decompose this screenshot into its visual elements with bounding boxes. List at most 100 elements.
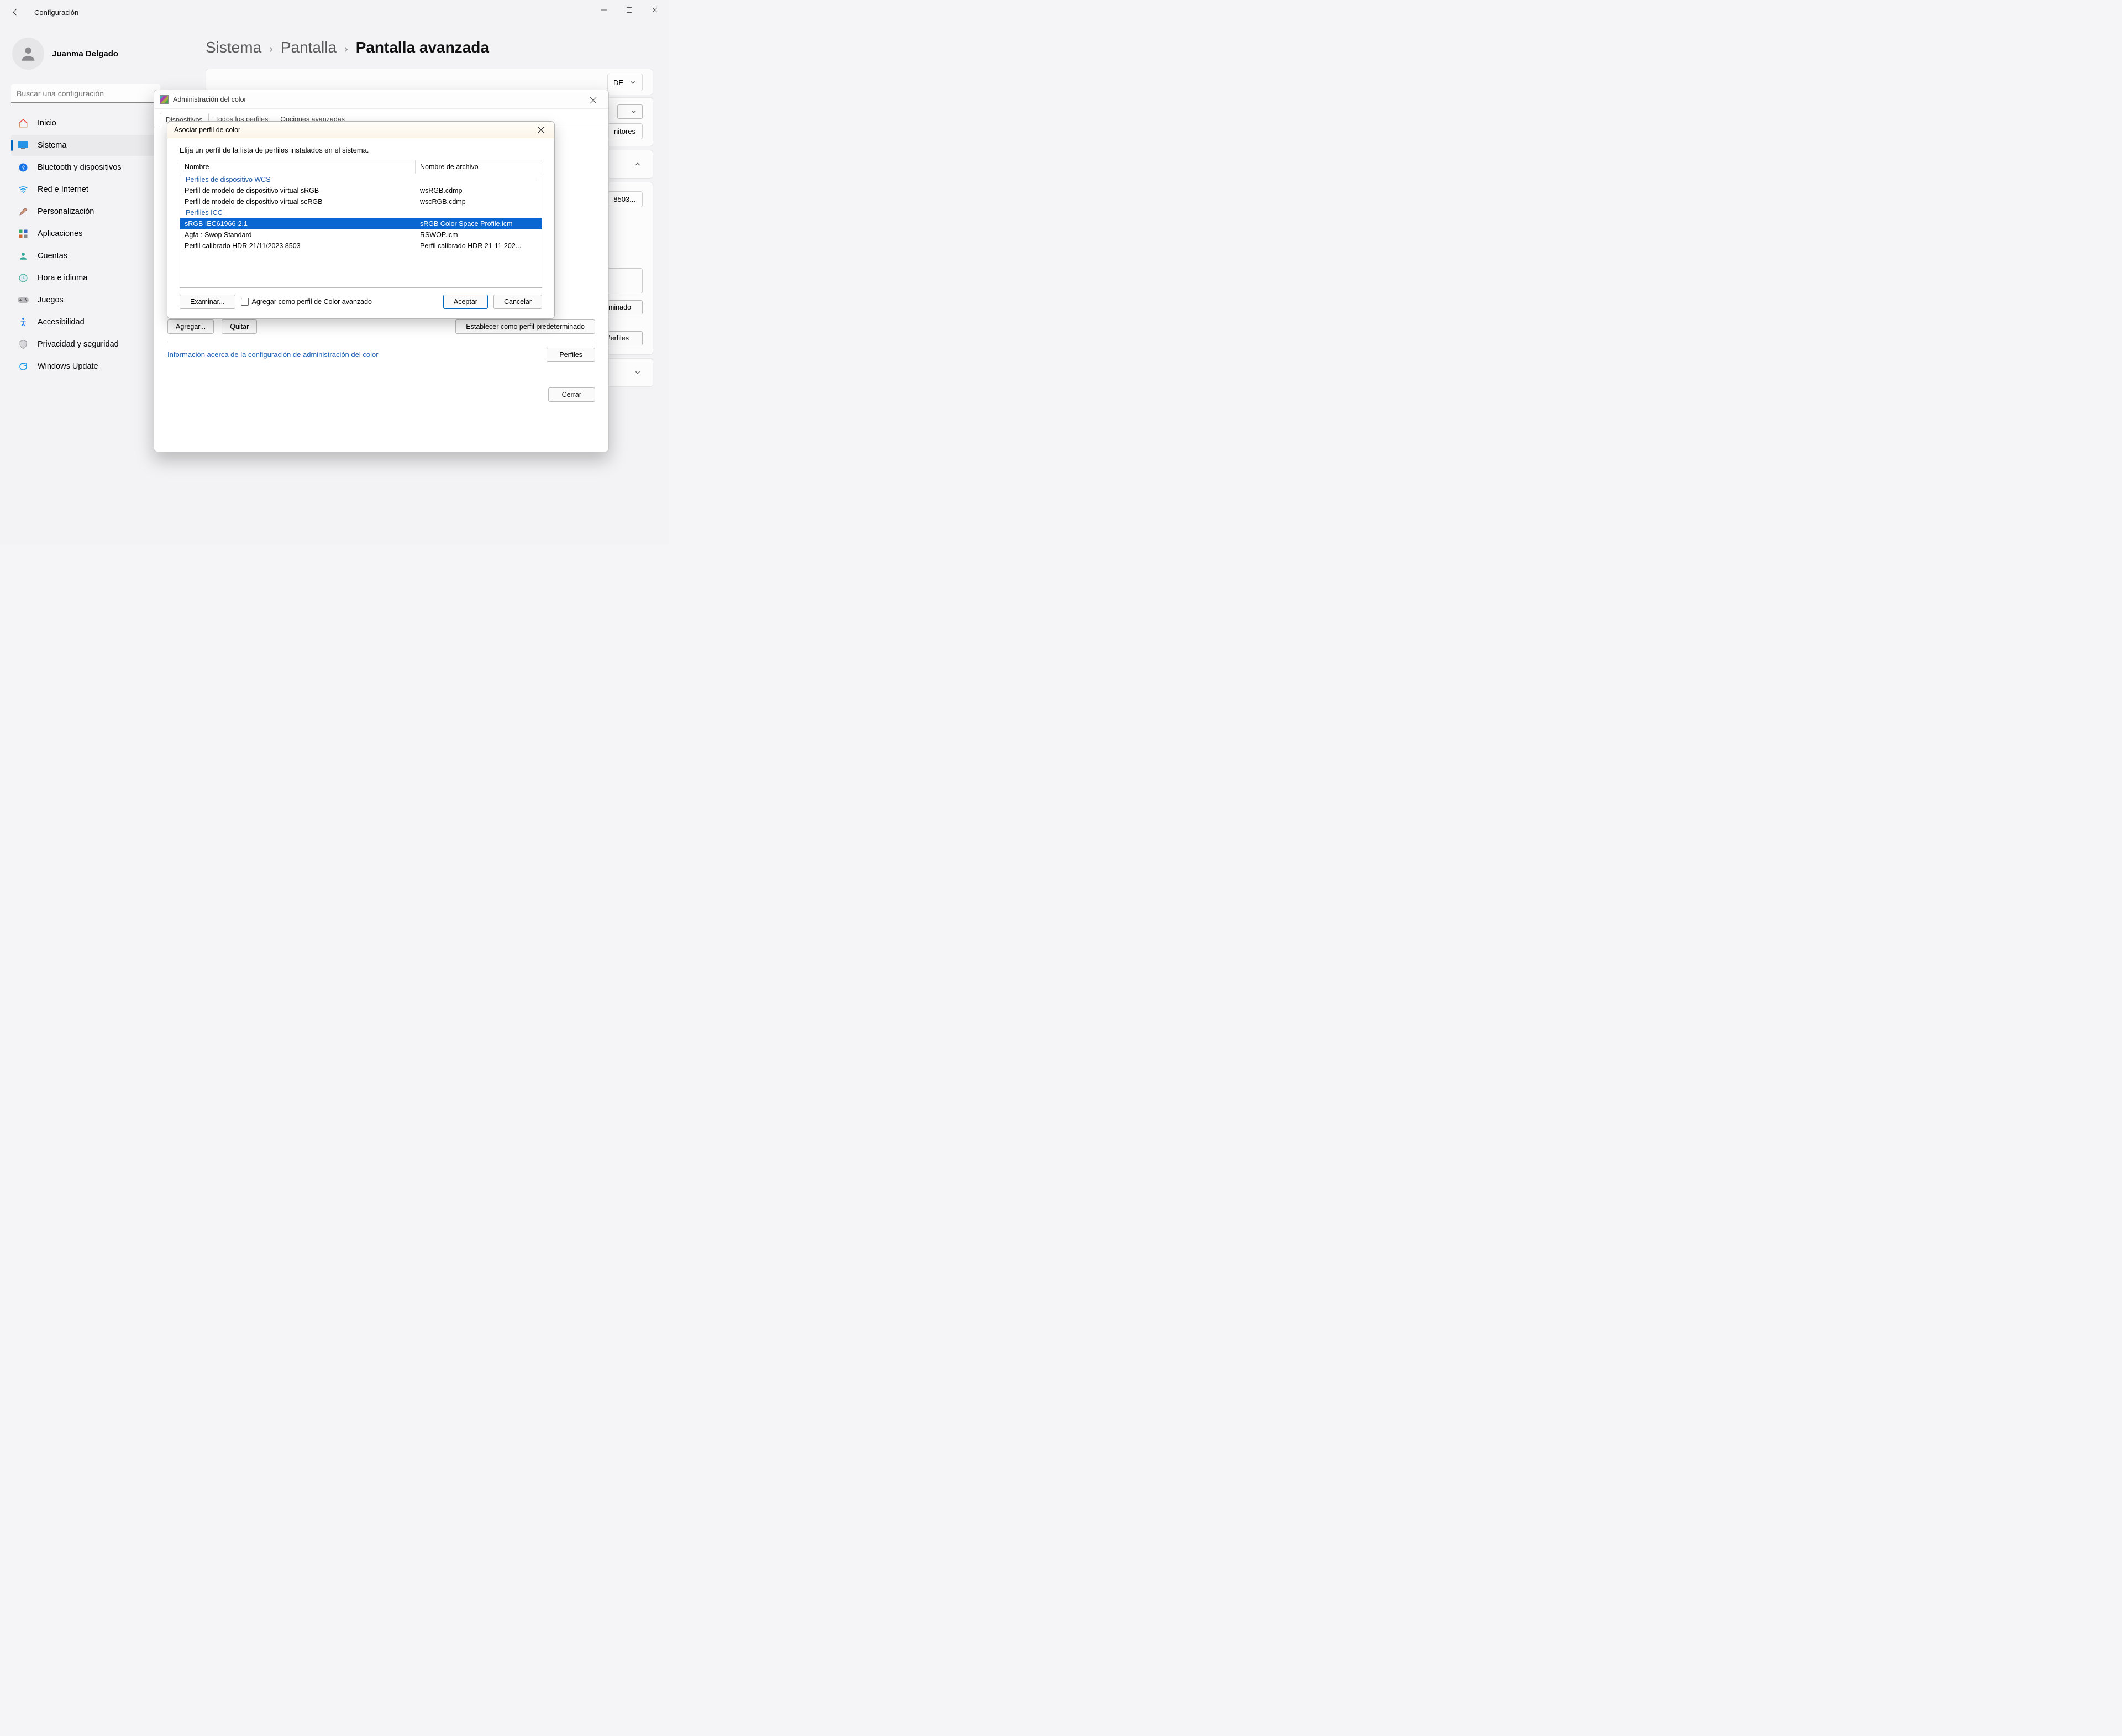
nav-label: Juegos	[38, 296, 64, 305]
cell-file: sRGB Color Space Profile.icm	[416, 218, 542, 229]
cm-close-button[interactable]	[582, 92, 604, 108]
window-controls	[591, 1, 668, 19]
cell-name: Perfil de modelo de dispositivo virtual …	[180, 185, 416, 196]
crumb-pantalla[interactable]: Pantalla	[281, 39, 337, 56]
assoc-titlebar: Asociar perfil de color	[167, 122, 554, 138]
nav-aplicaciones[interactable]: Aplicaciones	[11, 223, 161, 244]
checkbox-label: Agregar como perfil de Color avanzado	[252, 298, 372, 306]
nav-label: Windows Update	[38, 362, 98, 371]
identify-button[interactable]: nitores	[607, 123, 643, 139]
cell-file: Perfil calibrado HDR 21-11-202...	[416, 240, 542, 251]
nav-label: Personalización	[38, 207, 94, 216]
avatar	[12, 38, 44, 70]
group-icc: Perfiles ICC	[180, 207, 542, 218]
associate-profile-dialog: Asociar perfil de color Elija un perfil …	[167, 121, 555, 319]
table-row[interactable]: Perfil de modelo de dispositivo virtual …	[180, 196, 542, 207]
col-name-header[interactable]: Nombre	[180, 160, 416, 174]
brush-icon	[18, 206, 29, 217]
nav-label: Privacidad y seguridad	[38, 340, 119, 349]
user-row[interactable]: Juanma Delgado	[12, 38, 161, 70]
nav-red[interactable]: Red e Internet	[11, 179, 161, 200]
close-button[interactable]	[642, 1, 668, 19]
minimize-button[interactable]	[591, 1, 617, 19]
wifi-icon	[18, 184, 29, 195]
cell-name: Perfil de modelo de dispositivo virtual …	[180, 196, 416, 207]
group-label: Perfiles de dispositivo WCS	[186, 176, 271, 183]
account-icon	[18, 250, 29, 261]
cm-profiles-button[interactable]: Perfiles	[547, 348, 595, 362]
clock-icon	[18, 272, 29, 284]
update-icon	[18, 361, 29, 372]
nav-label: Sistema	[38, 141, 66, 150]
cm-remove-button[interactable]: Quitar	[222, 319, 257, 334]
browse-button[interactable]: Examinar...	[180, 295, 235, 309]
advanced-checkbox[interactable]: Agregar como perfil de Color avanzado	[241, 298, 372, 306]
home-icon	[18, 118, 29, 129]
bluetooth-icon	[18, 162, 29, 173]
cm-close-footer-button[interactable]: Cerrar	[548, 387, 595, 402]
chevron-down-icon	[629, 78, 637, 86]
assoc-instruction: Elija un perfil de la lista de perfiles …	[180, 146, 542, 154]
nav-personalizacion[interactable]: Personalización	[11, 201, 161, 222]
profile-8503-button[interactable]: 8503...	[606, 191, 643, 207]
accept-button[interactable]: Aceptar	[443, 295, 488, 309]
nav-label: Bluetooth y dispositivos	[38, 163, 122, 172]
cm-title: Administración del color	[173, 96, 246, 103]
search-input[interactable]	[11, 84, 160, 103]
col-file-header[interactable]: Nombre de archivo	[416, 160, 542, 174]
chevron-down-icon	[630, 108, 638, 116]
cell-name: sRGB IEC61966-2.1	[180, 218, 416, 229]
assoc-title: Asociar perfil de color	[174, 126, 240, 134]
nav-sistema[interactable]: Sistema	[11, 135, 161, 156]
display-dropdown[interactable]: DE	[607, 74, 643, 91]
cell-file: wscRGB.cdmp	[416, 196, 542, 207]
titlebar: Configuración	[0, 0, 669, 24]
nav-inicio[interactable]: Inicio	[11, 113, 161, 134]
nav-bluetooth[interactable]: Bluetooth y dispositivos	[11, 157, 161, 178]
nav-label: Hora e idioma	[38, 274, 87, 282]
nav-update[interactable]: Windows Update	[11, 356, 161, 377]
cell-file: wsRGB.cdmp	[416, 185, 542, 196]
back-button[interactable]	[4, 1, 27, 23]
cm-actions-row: Agregar... Quitar Establecer como perfil…	[167, 319, 595, 334]
cm-add-button[interactable]: Agregar...	[167, 319, 214, 334]
gamepad-icon	[18, 295, 29, 306]
assoc-close-button[interactable]	[531, 123, 551, 137]
table-row-selected[interactable]: sRGB IEC61966-2.1 sRGB Color Space Profi…	[180, 218, 542, 229]
table-row[interactable]: Agfa : Swop Standard RSWOP.icm	[180, 229, 542, 240]
color-mgmt-icon	[160, 95, 169, 104]
cm-titlebar: Administración del color	[154, 90, 608, 109]
nav-label: Aplicaciones	[38, 229, 82, 238]
table-row[interactable]: Perfil de modelo de dispositivo virtual …	[180, 185, 542, 196]
search-box	[11, 84, 160, 103]
cancel-button[interactable]: Cancelar	[493, 295, 542, 309]
group-wcs: Perfiles de dispositivo WCS	[180, 174, 542, 185]
nav-juegos[interactable]: Juegos	[11, 290, 161, 311]
breadcrumb: Sistema › Pantalla › Pantalla avanzada	[206, 39, 653, 56]
table-row[interactable]: Perfil calibrado HDR 21/11/2023 8503 Per…	[180, 240, 542, 251]
nav-label: Red e Internet	[38, 185, 88, 194]
assoc-actions: Examinar... Agregar como perfil de Color…	[180, 295, 542, 309]
dropdown-small[interactable]	[617, 104, 643, 119]
checkbox-box	[241, 298, 249, 306]
sidebar: Juanma Delgado Inicio Sistema Bluetooth …	[0, 24, 166, 544]
nav-hora[interactable]: Hora e idioma	[11, 268, 161, 289]
window-title: Configuración	[34, 8, 78, 17]
maximize-button[interactable]	[617, 1, 642, 19]
accessibility-icon	[18, 317, 29, 328]
cell-file: RSWOP.icm	[416, 229, 542, 240]
cell-name: Agfa : Swop Standard	[180, 229, 416, 240]
nav-cuentas[interactable]: Cuentas	[11, 245, 161, 266]
nav-label: Inicio	[38, 119, 56, 128]
chevron-right-icon: ›	[344, 43, 348, 56]
nav: Inicio Sistema Bluetooth y dispositivos …	[11, 113, 161, 377]
dropdown-value: DE	[613, 78, 623, 87]
cm-info-link[interactable]: Información acerca de la configuración d…	[167, 350, 379, 359]
nav-privacidad[interactable]: Privacidad y seguridad	[11, 334, 161, 355]
chevron-right-icon: ›	[269, 43, 273, 56]
user-name: Juanma Delgado	[52, 49, 118, 59]
nav-accesibilidad[interactable]: Accesibilidad	[11, 312, 161, 333]
crumb-sistema[interactable]: Sistema	[206, 39, 261, 56]
cm-set-default-button[interactable]: Establecer como perfil predeterminado	[455, 319, 595, 334]
table-header: Nombre Nombre de archivo	[180, 160, 542, 174]
